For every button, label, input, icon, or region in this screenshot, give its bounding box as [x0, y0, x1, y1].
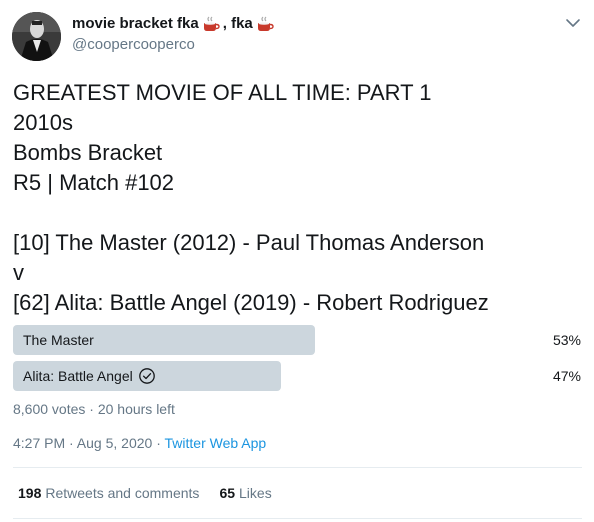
user-handle[interactable]: @coopercooperco	[72, 36, 195, 53]
likes-stat[interactable]: 65 Likes	[219, 485, 271, 501]
tweet-line: 2010s	[13, 110, 73, 135]
tweet-line: [62] Alita: Battle Angel (2019) - Robert…	[13, 290, 489, 315]
poll-option-percent: 47%	[552, 368, 581, 384]
retweets-label: Retweets and comments	[45, 485, 200, 501]
timestamp-text[interactable]: 4:27 PM · Aug 5, 2020 ·	[13, 435, 165, 451]
poll-option: Alita: Battle Angel 47%	[13, 361, 583, 391]
check-circle-icon	[138, 368, 155, 384]
retweets-stat[interactable]: 198 Retweets and comments	[18, 485, 199, 501]
tweet-timestamp: 4:27 PM · Aug 5, 2020 · Twitter Web App	[13, 435, 266, 451]
display-name-separator: , fka	[222, 15, 253, 32]
poll: The Master 53% Alita: Battle Angel 47%	[13, 325, 583, 397]
tweet-line: R5 | Match #102	[13, 170, 175, 195]
hot-beverage-icon	[203, 16, 220, 31]
tweet-stats: 198 Retweets and comments 65 Likes	[18, 485, 272, 501]
divider	[13, 467, 582, 468]
tweet-text: GREATEST MOVIE OF ALL TIME: PART 1 2010s…	[13, 78, 583, 318]
tweet-line: GREATEST MOVIE OF ALL TIME: PART 1	[13, 80, 432, 105]
likes-label: Likes	[239, 485, 272, 501]
poll-option-label: The Master	[23, 325, 94, 355]
retweets-count: 198	[18, 485, 42, 501]
tweet-line: Bombs Bracket	[13, 140, 163, 165]
chevron-down-icon[interactable]	[564, 14, 582, 32]
poll-option-text: The Master	[23, 332, 94, 348]
poll-option-percent: 53%	[552, 332, 581, 348]
poll-option-label: Alita: Battle Angel	[23, 361, 156, 391]
poll-option: The Master 53%	[13, 325, 583, 355]
tweet-line: [10] The Master (2012) - Paul Thomas And…	[13, 230, 485, 255]
poll-option-text: Alita: Battle Angel	[23, 368, 133, 384]
source-app-link[interactable]: Twitter Web App	[165, 435, 267, 451]
tweet-card: movie bracket fka , fka @coopercooperco …	[0, 0, 594, 522]
poll-meta: 8,600 votes · 20 hours left	[13, 401, 175, 417]
avatar[interactable]	[12, 12, 61, 61]
tweet-line: v	[13, 260, 24, 285]
likes-count: 65	[219, 485, 236, 501]
display-name-text: movie bracket fka	[72, 15, 199, 32]
display-name[interactable]: movie bracket fka , fka	[72, 15, 274, 32]
hot-beverage-icon	[257, 16, 274, 31]
divider	[13, 518, 582, 519]
